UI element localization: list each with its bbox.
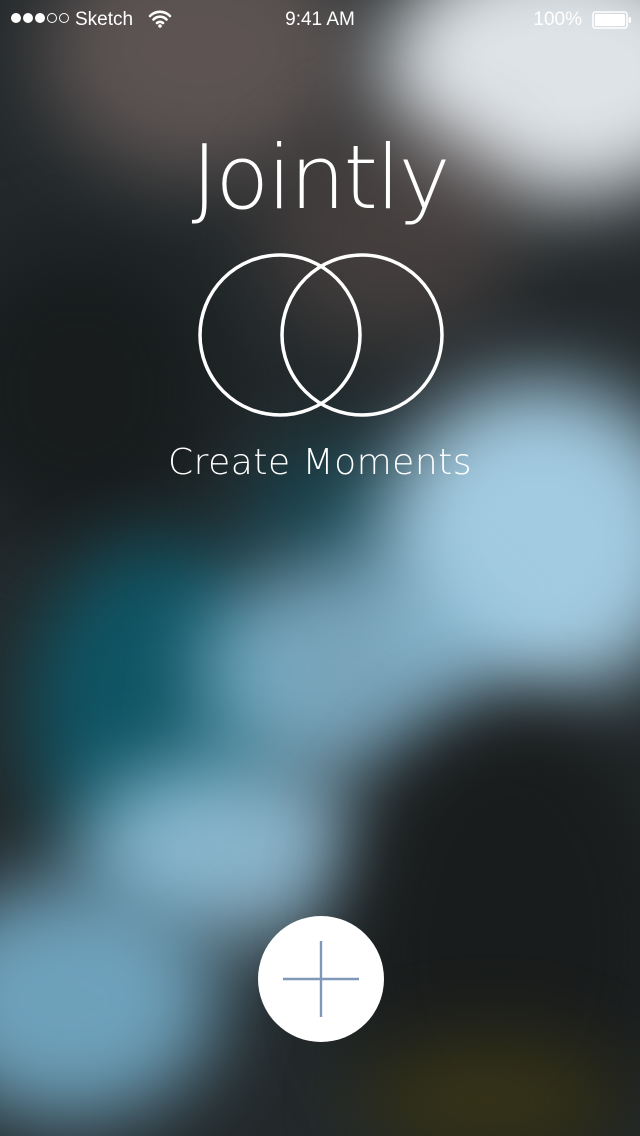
status-bar: Sketch 9:41 AM 100% [0, 0, 640, 40]
battery-percent: 100% [533, 9, 582, 30]
tagline: Create Moments [167, 442, 473, 483]
app-title: Jointly [191, 126, 450, 229]
battery-icon [592, 11, 631, 29]
home-screen: Sketch 9:41 AM 100% Jointly Create Momen… [0, 0, 640, 1136]
plus-icon [283, 941, 359, 1017]
add-moment-button[interactable] [258, 916, 384, 1042]
overlapping-circles-icon [198, 253, 444, 417]
